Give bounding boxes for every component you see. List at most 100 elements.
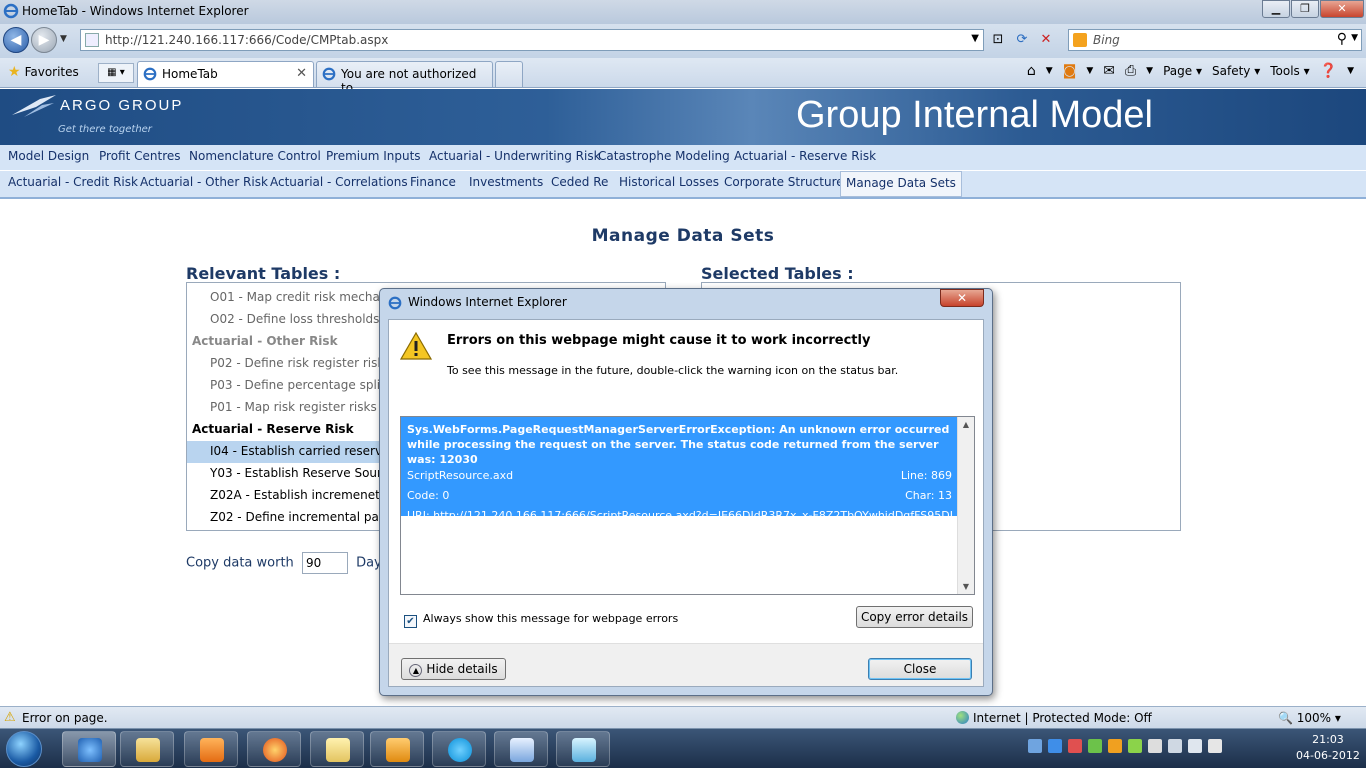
menu-corporate-structure[interactable]: Corporate Structure: [724, 175, 844, 189]
tray-network2-icon[interactable]: [1168, 739, 1182, 753]
system-tray: [1028, 739, 1222, 753]
taskbar-mail-icon[interactable]: [494, 731, 548, 767]
copy-days-input[interactable]: [301, 552, 348, 574]
dialog-footer: ▲ Hide details Close: [389, 643, 983, 686]
error-dialog: Windows Internet Explorer ✕ Errors on th…: [379, 288, 993, 696]
menu-investments[interactable]: Investments: [469, 175, 543, 189]
maximize-button[interactable]: ❐: [1291, 0, 1319, 18]
menu-actuarial-correlations[interactable]: Actuarial - Correlations: [270, 175, 408, 189]
always-show-checkbox[interactable]: ✔ Always show this message for webpage er…: [404, 612, 678, 628]
hide-details-button[interactable]: ▲ Hide details: [401, 658, 506, 680]
dialog-close-icon[interactable]: ✕: [940, 289, 984, 307]
status-error-text[interactable]: Error on page.: [22, 711, 108, 725]
error-resource: ScriptResource.axd: [407, 469, 514, 482]
menu-actuarial-underwriting-risk[interactable]: Actuarial - Underwriting Risk: [429, 149, 601, 163]
taskbar-media-player-icon[interactable]: [184, 731, 238, 767]
taskbar-ie-icon[interactable]: [62, 731, 116, 767]
mail-icon[interactable]: ✉: [1103, 63, 1115, 79]
close-tab-icon[interactable]: ✕: [296, 66, 307, 81]
address-dropdown-icon[interactable]: ▼: [971, 33, 979, 44]
status-warning-icon[interactable]: ⚠: [4, 710, 16, 725]
print-icon[interactable]: ⎙: [1125, 63, 1136, 79]
new-tab-button[interactable]: [495, 61, 523, 87]
tray-security-icon[interactable]: [1128, 739, 1142, 753]
tab-row: ★ Favorites ▦ ▾ HomeTab ✕ You are not aut…: [0, 58, 1366, 95]
error-uri: URI: http://121.240.166.117:666/ScriptRe…: [407, 509, 952, 522]
scroll-up-icon[interactable]: ▲: [958, 420, 974, 429]
feeds-icon[interactable]: ◙: [1063, 63, 1077, 79]
address-bar[interactable]: http://121.240.166.117:666/Code/CMPtab.a…: [80, 29, 984, 51]
dialog-body: Errors on this webpage might cause it to…: [388, 319, 984, 687]
security-zone[interactable]: Internet | Protected Mode: Off: [956, 711, 1152, 725]
start-button[interactable]: [6, 731, 42, 767]
menu-finance[interactable]: Finance: [410, 175, 456, 189]
help-icon[interactable]: ❓: [1320, 63, 1337, 79]
tray-update-icon[interactable]: [1088, 739, 1102, 753]
compatibility-view-icon[interactable]: ⊡: [988, 30, 1008, 50]
error-entry[interactable]: Sys.WebForms.PageRequestManagerServerErr…: [401, 417, 958, 522]
minimize-button[interactable]: ▁: [1262, 0, 1290, 18]
warning-icon: [400, 332, 432, 360]
window-close-button[interactable]: ✕: [1320, 0, 1364, 18]
home-icon[interactable]: ⌂: [1027, 63, 1036, 79]
menu-historical-losses[interactable]: Historical Losses: [619, 175, 719, 189]
error-details-box[interactable]: Sys.WebForms.PageRequestManagerServerErr…: [400, 416, 975, 595]
error-scrollbar[interactable]: ▲ ▼: [957, 417, 974, 594]
quick-tabs-icon[interactable]: ▦ ▾: [98, 63, 134, 83]
tools-menu[interactable]: Tools ▾: [1270, 64, 1309, 78]
tray-app-icon[interactable]: [1068, 739, 1082, 753]
menu-model-design[interactable]: Model Design: [8, 149, 89, 163]
menu-ceded-re[interactable]: Ceded Re: [551, 175, 608, 189]
tray-power-icon[interactable]: [1188, 739, 1202, 753]
forward-button[interactable]: ▶: [31, 27, 57, 53]
menu-catastrophe-modeling[interactable]: Catastrophe Modeling: [598, 149, 730, 163]
clock[interactable]: 21:03 04-06-2012: [1296, 732, 1360, 764]
taskbar-skype-icon[interactable]: [432, 731, 486, 767]
address-url[interactable]: http://121.240.166.117:666/Code/CMPtab.a…: [105, 33, 388, 47]
tray-dropbox-icon[interactable]: [1048, 739, 1062, 753]
menu-nomenclature-control[interactable]: Nomenclature Control: [189, 149, 321, 163]
search-placeholder[interactable]: Bing: [1093, 33, 1120, 47]
dialog-heading: Errors on this webpage might cause it to…: [447, 333, 871, 348]
scroll-down-icon[interactable]: ▼: [958, 582, 974, 591]
banner: ARGO GROUP Get there together Group Inte…: [0, 89, 1366, 145]
tab-not-authorized[interactable]: You are not authorized to ...: [316, 61, 493, 95]
tray-office-icon[interactable]: [1108, 739, 1122, 753]
close-button[interactable]: Close: [868, 658, 972, 680]
recent-pages-dropdown-icon[interactable]: ▼: [60, 34, 67, 44]
menu-premium-inputs[interactable]: Premium Inputs: [326, 149, 421, 163]
tray-flag-icon[interactable]: [1148, 739, 1162, 753]
tab-hometab[interactable]: HomeTab ✕: [137, 61, 314, 87]
menu-manage-data-sets[interactable]: Manage Data Sets: [840, 171, 962, 197]
taskbar-firefox-icon[interactable]: [247, 731, 301, 767]
favorites-button[interactable]: ★ Favorites: [8, 64, 79, 80]
copy-error-details-button[interactable]: Copy error details: [856, 606, 973, 628]
back-button[interactable]: ◀: [3, 27, 29, 53]
checkbox-checked-icon[interactable]: ✔: [404, 615, 417, 628]
page-menu[interactable]: Page ▾: [1163, 64, 1202, 78]
taskbar-outlook-icon[interactable]: [370, 731, 424, 767]
zoom-level[interactable]: 🔍 100% ▾: [1278, 711, 1341, 725]
search-options-icon[interactable]: ▼: [1351, 33, 1358, 43]
menu-actuarial-credit-risk[interactable]: Actuarial - Credit Risk: [8, 175, 138, 189]
safety-menu[interactable]: Safety ▾: [1212, 64, 1260, 78]
brand-tagline: Get there together: [58, 124, 152, 135]
clock-date: 04-06-2012: [1296, 749, 1360, 762]
menu-actuarial-other-risk[interactable]: Actuarial - Other Risk: [140, 175, 268, 189]
tray-network-icon[interactable]: [1028, 739, 1042, 753]
window-title: HomeTab - Windows Internet Explorer: [22, 4, 249, 18]
chevron-up-icon: ▲: [409, 664, 423, 677]
address-row: ◀ ▶ ▼ http://121.240.166.117:666/Code/CM…: [0, 24, 1366, 58]
stop-icon[interactable]: ✕: [1036, 30, 1056, 50]
taskbar-explorer-icon[interactable]: [120, 731, 174, 767]
refresh-icon[interactable]: ⟳: [1012, 30, 1032, 50]
tray-volume-icon[interactable]: [1208, 739, 1222, 753]
search-icon[interactable]: ⚲: [1337, 31, 1347, 47]
window-titlebar: HomeTab - Windows Internet Explorer ▁ ❐ …: [0, 0, 1366, 24]
menu-actuarial-reserve-risk[interactable]: Actuarial - Reserve Risk: [734, 149, 876, 163]
search-box[interactable]: Bing ⚲ ▼: [1068, 29, 1362, 51]
taskbar-app-icon[interactable]: [556, 731, 610, 767]
error-line: Line: 869: [900, 469, 952, 482]
taskbar-folder-icon[interactable]: [310, 731, 364, 767]
menu-profit-centres[interactable]: Profit Centres: [99, 149, 181, 163]
